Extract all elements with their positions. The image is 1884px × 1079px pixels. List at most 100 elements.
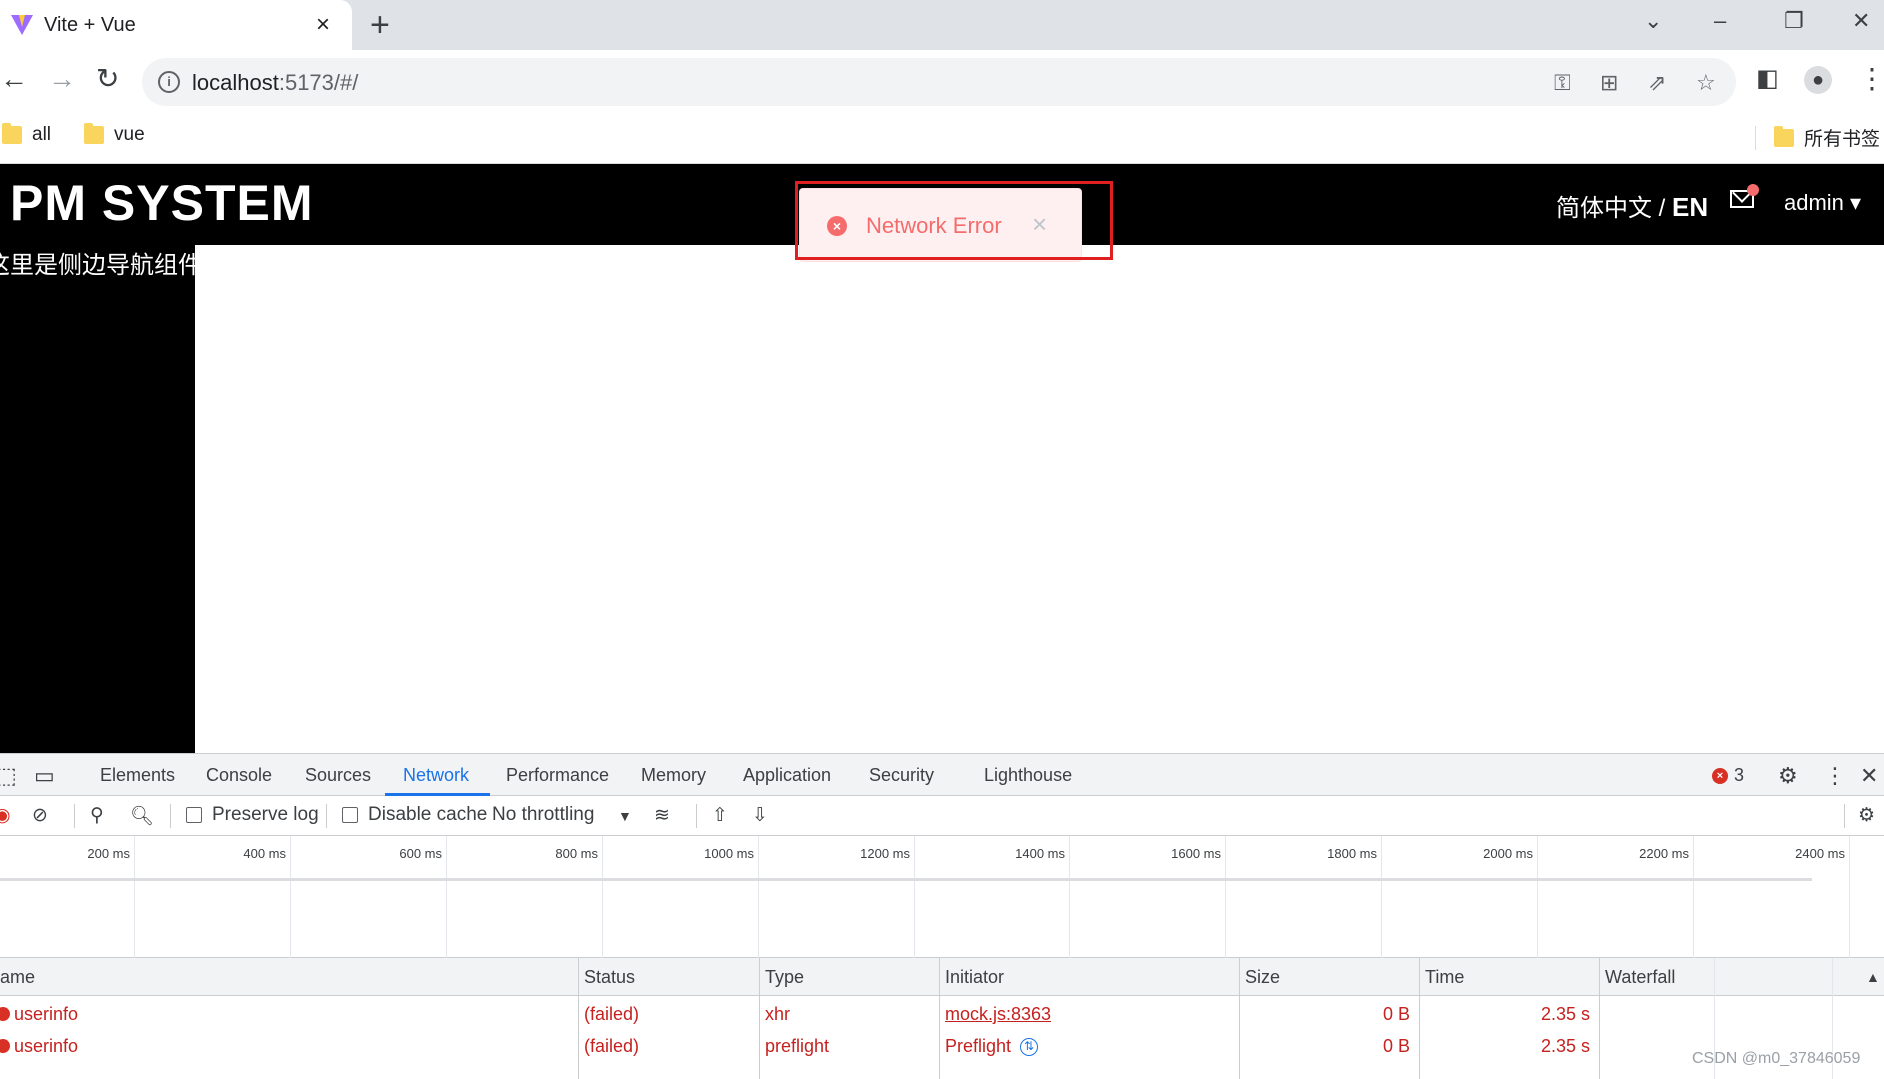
disable-cache-checkbox[interactable] (342, 807, 358, 823)
tab-network[interactable]: Network (403, 765, 469, 786)
network-settings-icon[interactable]: ⚙ (1858, 804, 1875, 827)
request-name: userinfo (14, 1004, 79, 1024)
window-close-icon[interactable]: ✕ (1852, 8, 1870, 34)
filter-icon[interactable]: ⚲ (90, 804, 104, 827)
inspect-element-icon[interactable]: ⬚ (0, 763, 17, 789)
user-menu[interactable]: admin ▾ (1784, 190, 1861, 216)
tab-application[interactable]: Application (743, 765, 831, 786)
request-type: xhr (765, 1004, 791, 1024)
tab-sources[interactable]: Sources (305, 765, 371, 786)
preflight-link-icon[interactable]: ⇅ (1020, 1038, 1038, 1056)
preserve-log-checkbox[interactable] (186, 807, 202, 823)
request-initiator-link[interactable]: mock.js:8363 (945, 1004, 1051, 1025)
share-icon[interactable]: ⇗ (1648, 70, 1666, 96)
timeline-bar (0, 878, 1812, 881)
timeline-tick: 2000 ms (1483, 846, 1533, 861)
timeline-tick: 2400 ms (1795, 846, 1845, 861)
timeline-tick: 800 ms (555, 846, 598, 861)
error-icon (0, 1039, 10, 1053)
timeline-tick: 600 ms (399, 846, 442, 861)
request-initiator: Preflight (945, 1036, 1012, 1056)
table-row[interactable]: userinfo (failed) xhr mock.js:8363 0 B 2… (0, 999, 1884, 1031)
profile-avatar-icon[interactable]: ● (1804, 66, 1832, 94)
notification-badge (1747, 184, 1759, 196)
network-conditions-icon[interactable]: ≋ (654, 804, 670, 827)
address-bar[interactable]: i localhost:5173/#/ ⚿ ⊞ ⇗ ☆ (142, 58, 1736, 106)
record-stop-icon[interactable]: ◉ (0, 804, 11, 827)
tab-security[interactable]: Security (869, 765, 934, 786)
disable-cache-label: Disable cache (368, 804, 488, 825)
throttling-select[interactable]: No throttling (492, 804, 594, 826)
tab-elements[interactable]: Elements (100, 765, 175, 786)
vite-logo-icon (11, 15, 33, 35)
timeline-tick: 1800 ms (1327, 846, 1377, 861)
column-size[interactable]: Size (1245, 967, 1280, 988)
timeline-tick: 1200 ms (860, 846, 910, 861)
toolbar-separator (696, 804, 697, 828)
tab-search-chevron-icon[interactable]: ⌄ (1644, 8, 1662, 34)
request-size: 0 B (1382, 1036, 1410, 1056)
new-tab-icon[interactable]: + (370, 6, 390, 45)
timeline-gridline (1225, 836, 1226, 958)
browser-menu-icon[interactable]: ⋮ (1858, 64, 1884, 94)
request-table-header: ame Status Type Initiator Size Time Wate… (0, 958, 1884, 996)
bookmark-folder-all[interactable]: all (2, 123, 51, 146)
browser-tab-strip: Vite + Vue × + ⌄ – ❐ ✕ (0, 0, 1884, 50)
language-switcher[interactable]: 简体中文 / EN (1556, 188, 1708, 223)
timeline-tick: 200 ms (87, 846, 130, 861)
table-row[interactable]: userinfo (failed) preflight Preflight ⇅ … (0, 1031, 1884, 1063)
timeline-tick: 1600 ms (1171, 846, 1221, 861)
request-time: 2.35 s (1540, 1036, 1590, 1056)
reload-icon[interactable]: ↻ (96, 64, 119, 94)
back-icon[interactable]: ← (0, 64, 28, 94)
timeline-gridline (1069, 836, 1070, 958)
devtools-tabbar: ⬚ ▭ Elements Console Sources Network Per… (0, 754, 1884, 796)
sort-ascending-icon[interactable]: ▲ (1866, 969, 1880, 985)
tab-memory[interactable]: Memory (641, 765, 706, 786)
url-text[interactable]: localhost:5173/#/ (192, 70, 358, 96)
column-time[interactable]: Time (1425, 967, 1464, 988)
tab-close-icon[interactable]: × (316, 11, 330, 39)
timeline-gridline (1849, 836, 1850, 958)
devtools-close-icon[interactable]: ✕ (1860, 763, 1878, 789)
translate-icon[interactable]: ⊞ (1600, 70, 1618, 96)
column-name[interactable]: ame (0, 967, 35, 988)
restore-icon[interactable]: ❐ (1784, 8, 1804, 34)
tab-console[interactable]: Console (206, 765, 272, 786)
error-counter[interactable]: × 3 (1712, 765, 1744, 786)
request-name: userinfo (14, 1036, 79, 1056)
forward-icon[interactable]: → (48, 64, 76, 94)
bookmark-star-icon[interactable]: ☆ (1696, 70, 1716, 96)
network-overview-timeline[interactable]: 200 ms 400 ms 600 ms 800 ms 1000 ms 1200… (0, 836, 1884, 958)
import-har-icon[interactable]: ⇧ (712, 804, 728, 827)
devtools-settings-icon[interactable]: ⚙ (1778, 763, 1798, 789)
search-icon[interactable]: 🔍︎ (130, 804, 154, 828)
clear-icon[interactable]: ⊘ (32, 804, 48, 827)
devtools-menu-icon[interactable]: ⋮ (1824, 763, 1846, 789)
column-waterfall[interactable]: Waterfall (1605, 967, 1675, 988)
bookmark-folder-all-bookmarks[interactable]: 所有书签 (1774, 124, 1880, 151)
column-initiator[interactable]: Initiator (945, 967, 1004, 988)
bookmark-folder-vue[interactable]: vue (84, 123, 145, 146)
site-info-icon[interactable]: i (158, 71, 180, 93)
tab-performance[interactable]: Performance (506, 765, 609, 786)
toolbar-separator (1844, 804, 1845, 828)
column-type[interactable]: Type (765, 967, 804, 988)
tab-lighthouse[interactable]: Lighthouse (984, 765, 1072, 786)
browser-toolbar: ← → ↻ i localhost:5173/#/ ⚿ ⊞ ⇗ ☆ ◧ ● ⋮ (0, 50, 1884, 112)
column-status[interactable]: Status (584, 967, 635, 988)
side-panel-icon[interactable]: ◧ (1756, 64, 1779, 94)
toolbar-separator (74, 804, 75, 828)
request-type: preflight (765, 1036, 830, 1056)
bookmarks-divider (1755, 126, 1756, 150)
throttling-chevron-icon[interactable]: ▼ (618, 808, 632, 824)
timeline-tick: 400 ms (243, 846, 286, 861)
minimize-icon[interactable]: – (1714, 8, 1726, 34)
folder-icon (84, 123, 104, 144)
device-toolbar-icon[interactable]: ▭ (34, 763, 55, 789)
timeline-gridline (602, 836, 603, 958)
browser-tab[interactable]: Vite + Vue × (0, 0, 352, 50)
timeline-tick: 2200 ms (1639, 846, 1689, 861)
key-icon[interactable]: ⚿ (1554, 70, 1571, 96)
export-har-icon[interactable]: ⇩ (752, 804, 768, 827)
